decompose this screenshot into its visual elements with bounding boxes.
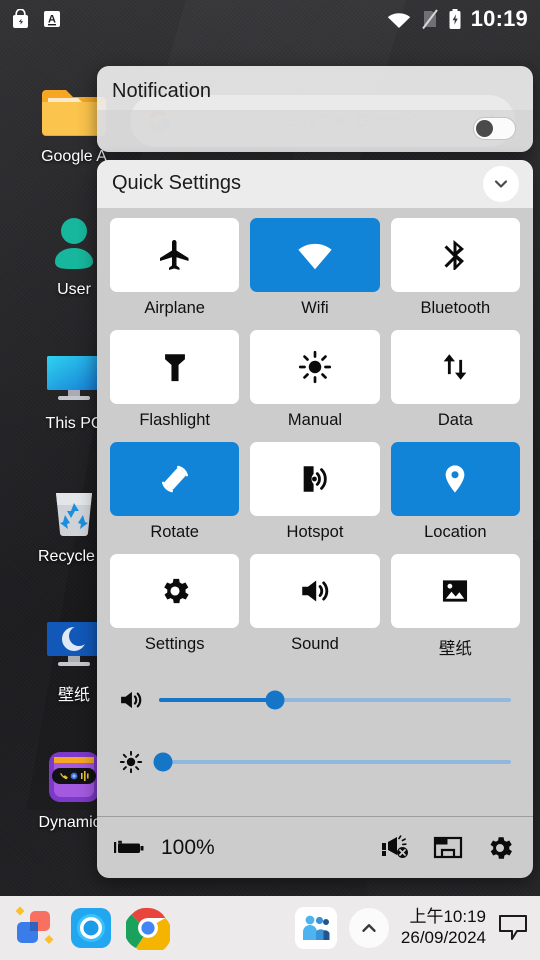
battery-charging-icon (449, 9, 461, 29)
taskbar-app-files-icon[interactable] (10, 904, 58, 952)
tile-label: Data (437, 411, 473, 429)
tile-label: Hotspot (286, 523, 344, 541)
tile-label: Airplane (144, 299, 205, 317)
no-sim-icon (421, 9, 438, 30)
brightness-icon (112, 750, 150, 774)
taskbar-date: 26/09/2024 (400, 928, 486, 947)
tile-label: Sound (291, 635, 339, 653)
phone-screen: Say "OK Google" A (0, 0, 540, 960)
taskbar-clock[interactable]: 上午10:19 26/09/2024 (401, 907, 486, 948)
tile-hotspot[interactable]: Hotspot (250, 442, 380, 554)
tile-button[interactable] (250, 442, 380, 516)
tile-manual-brightness[interactable]: Manual (250, 330, 380, 442)
status-bar-clock: 10:19 (470, 6, 528, 31)
speaker-icon (302, 580, 329, 602)
location-pin-icon (445, 465, 465, 493)
tile-button[interactable] (390, 554, 520, 628)
tile-label: Location (424, 523, 487, 541)
tile-label: Manual (287, 411, 343, 429)
tile-label: 壁纸 (438, 640, 472, 658)
footer-icons (381, 833, 515, 863)
status-bar-left: A (12, 9, 61, 29)
tile-label: Settings (144, 635, 205, 653)
taskbar: 上午10:19 26/09/2024 (0, 896, 540, 960)
tile-button[interactable] (250, 554, 380, 628)
notification-panel: Notification (97, 66, 533, 152)
bluetooth-icon (444, 240, 465, 270)
hotspot-icon (303, 466, 327, 492)
tile-label: Bluetooth (420, 299, 491, 317)
quick-settings-panel: Quick Settings Airplane Wifi Bluetooth F… (97, 160, 533, 878)
image-icon (443, 580, 468, 602)
tile-button[interactable] (110, 330, 240, 404)
tile-rotate[interactable]: Rotate (110, 442, 240, 554)
volume-slider-track[interactable] (159, 690, 511, 710)
brightness-slider-thumb[interactable] (153, 752, 173, 772)
tile-wifi[interactable]: Wifi (250, 218, 380, 330)
toggle-knob (476, 120, 493, 137)
wifi-icon (298, 243, 332, 270)
tray-expand-button[interactable] (348, 908, 389, 948)
tile-data[interactable]: Data (390, 330, 520, 442)
tile-button[interactable] (110, 218, 240, 292)
tile-sound[interactable]: Sound (250, 554, 380, 671)
ime-keyboard-icon: A (44, 11, 60, 27)
taskbar-app-camera-icon[interactable] (67, 904, 115, 952)
teams-icon[interactable] (294, 907, 337, 949)
tile-settings[interactable]: Settings (110, 554, 240, 671)
rotate-icon (161, 465, 188, 493)
notification-toggle[interactable] (473, 117, 516, 140)
data-arrows-icon (443, 354, 467, 380)
status-bar-right: 10:19 (386, 6, 528, 32)
airplane-icon (159, 240, 189, 270)
quick-settings-tiles: Airplane Wifi Bluetooth Flashlight Manua… (97, 208, 533, 671)
notification-panel-title: Notification (112, 80, 211, 102)
taskbar-tray: 上午10:19 26/09/2024 (294, 907, 540, 949)
taskbar-time: 上午10:19 (409, 907, 486, 927)
cast-screen-icon[interactable] (433, 835, 463, 861)
notification-panel-body (97, 110, 533, 152)
brightness-slider-track[interactable] (153, 752, 511, 772)
tile-bluetooth[interactable]: Bluetooth (390, 218, 520, 330)
chevron-up-icon (362, 924, 376, 932)
chevron-down-icon (494, 180, 508, 188)
quick-settings-footer: 100% (97, 816, 533, 878)
tile-button[interactable] (390, 218, 520, 292)
battery-charging-icon (114, 840, 144, 853)
quick-settings-header: Quick Settings (97, 160, 533, 208)
tile-label: Flashlight (139, 411, 210, 429)
tile-airplane[interactable]: Airplane (110, 218, 240, 330)
gear-icon (163, 578, 189, 604)
tile-button[interactable] (390, 442, 520, 516)
tile-button[interactable] (110, 442, 240, 516)
speech-bubble-icon[interactable] (498, 913, 528, 943)
taskbar-app-chrome-icon[interactable] (124, 904, 172, 952)
brightness-slider-row[interactable] (97, 739, 533, 785)
svg-text:A: A (48, 14, 56, 26)
volume-slider-fill (159, 698, 276, 702)
do-not-disturb-icon[interactable] (381, 834, 411, 861)
tile-flashlight[interactable]: Flashlight (110, 330, 240, 442)
flashlight-icon (164, 354, 185, 382)
volume-slider-thumb[interactable] (265, 690, 285, 710)
volume-icon (112, 686, 150, 714)
volume-slider-row[interactable] (97, 677, 533, 723)
screenshot-lock-icon (13, 9, 28, 28)
collapse-button[interactable] (483, 166, 519, 202)
taskbar-apps (0, 904, 172, 952)
tile-button[interactable] (390, 330, 520, 404)
battery-percent: 100% (161, 835, 215, 859)
tile-label: Rotate (150, 523, 199, 541)
status-bar: A 10:19 (0, 0, 540, 38)
gear-icon[interactable] (485, 833, 515, 863)
tile-location[interactable]: Location (390, 442, 520, 554)
tile-button[interactable] (110, 554, 240, 628)
wifi-icon (387, 13, 410, 28)
tile-label: Wifi (301, 299, 329, 317)
tile-button[interactable] (250, 218, 380, 292)
brightness-icon (298, 350, 332, 384)
quick-settings-title: Quick Settings (112, 172, 241, 194)
tile-wallpaper[interactable]: 壁纸 (390, 554, 520, 671)
tile-button[interactable] (250, 330, 380, 404)
